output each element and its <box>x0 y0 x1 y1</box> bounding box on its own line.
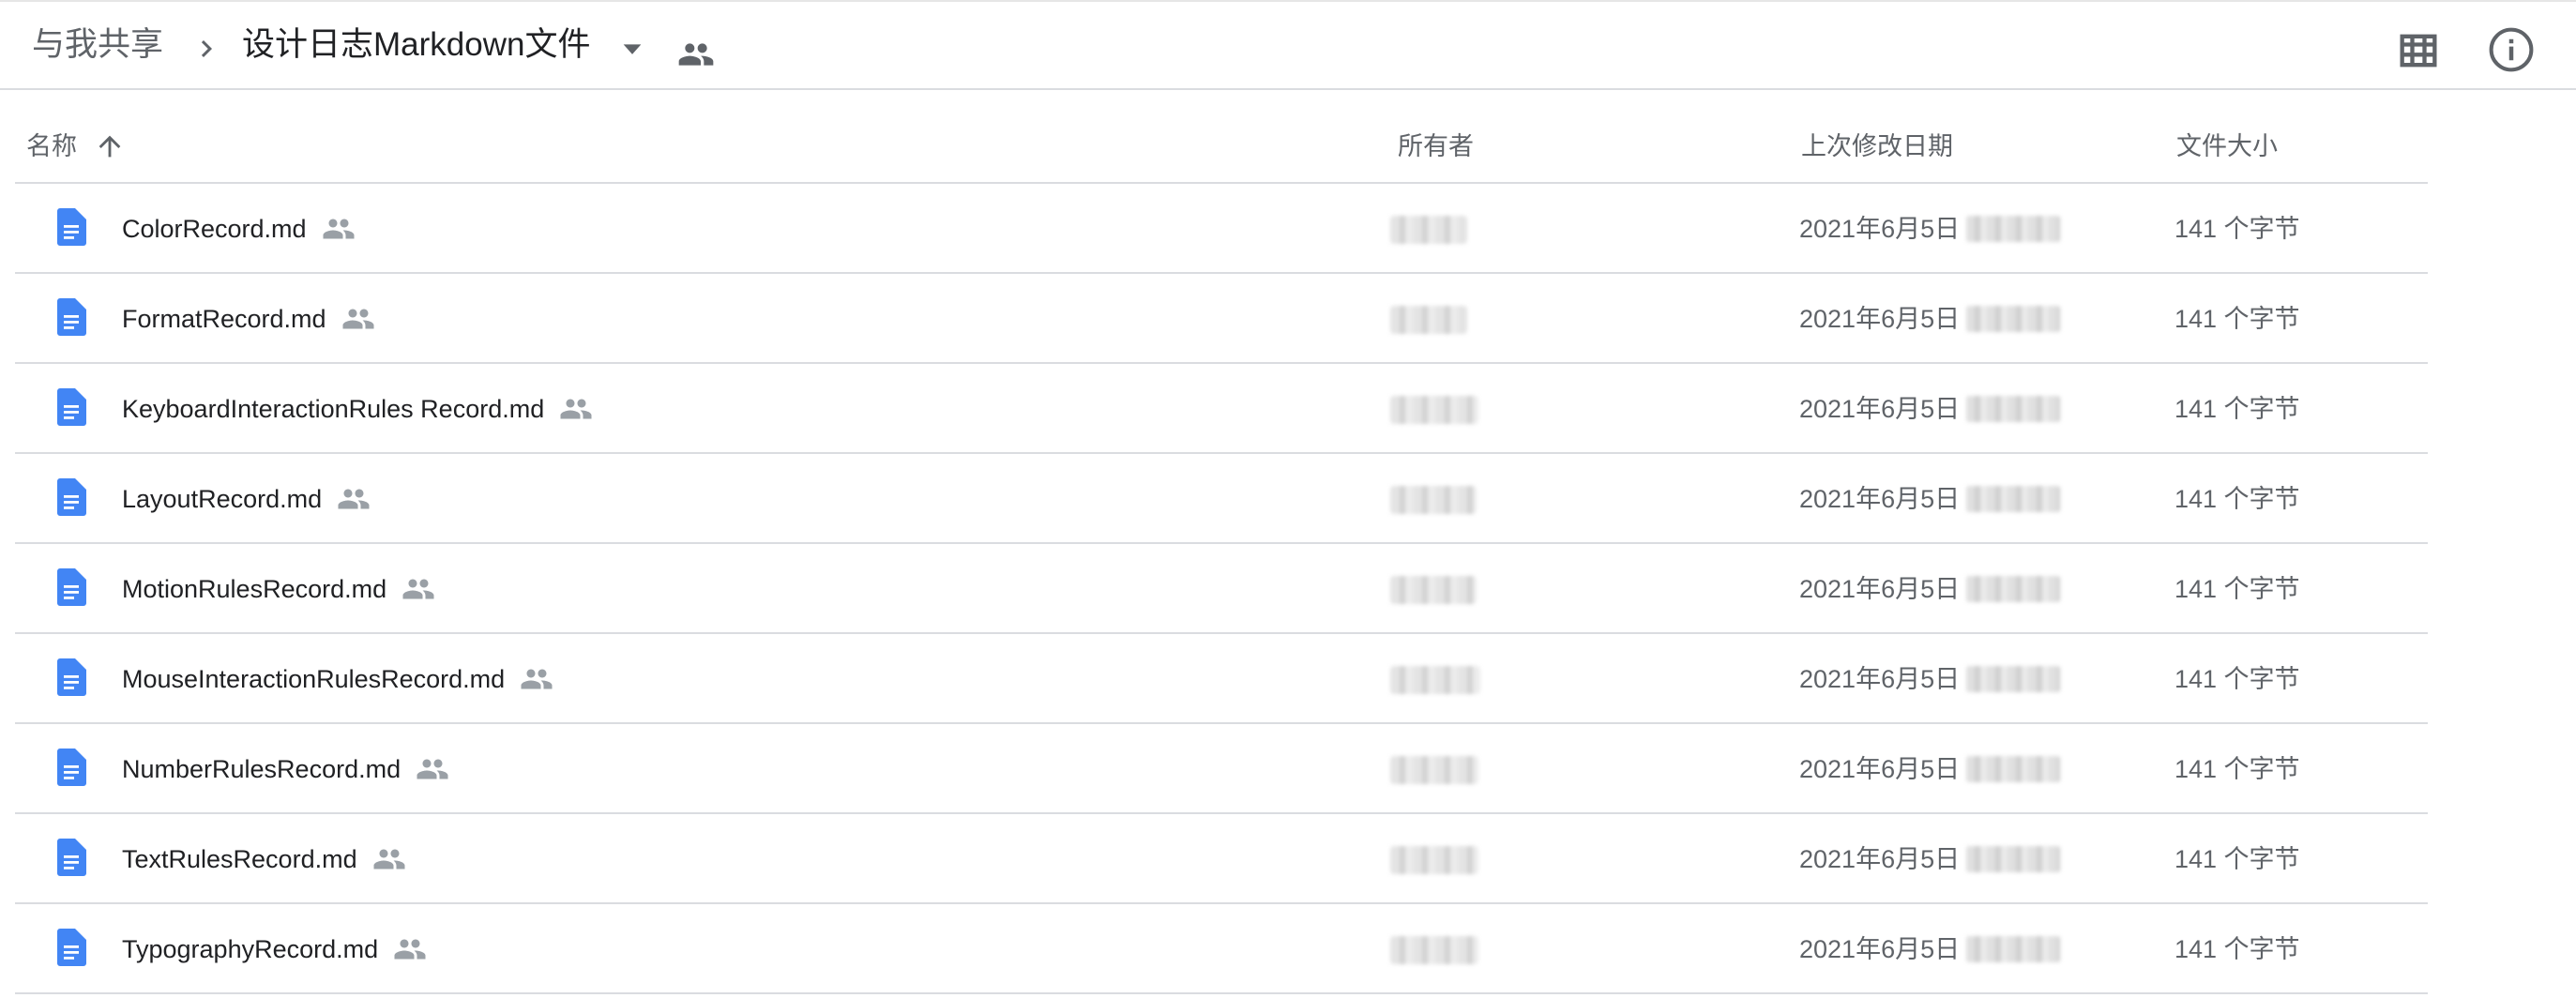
breadcrumb-current-folder[interactable]: 设计日志Markdown文件 <box>242 23 590 68</box>
file-name-cell: NumberRulesRecord.md <box>122 752 449 786</box>
file-size: 141 个字节 <box>2174 575 2300 603</box>
column-header-owner[interactable]: 所有者 <box>1398 129 1474 163</box>
file-size: 141 个字节 <box>2174 935 2300 963</box>
file-list: ColorRecord.md 2021年6月5日 141 个字节 FormatR… <box>15 184 2428 994</box>
google-docs-icon <box>57 478 86 516</box>
header-bar: 与我共享 设计日志Markdown文件 <box>0 2 2576 90</box>
people-icon <box>373 849 405 869</box>
file-row[interactable]: TextRulesRecord.md 2021年6月5日 141 个字节 <box>15 814 2428 904</box>
modifier-redacted <box>1966 576 2060 602</box>
people-icon <box>402 579 434 599</box>
file-row[interactable]: LayoutRecord.md 2021年6月5日 141 个字节 <box>15 454 2428 544</box>
modifier-redacted <box>1966 306 2060 332</box>
file-name[interactable]: MotionRulesRecord.md <box>122 572 386 606</box>
modifier-redacted <box>1966 396 2060 422</box>
column-header-size[interactable]: 文件大小 <box>2176 129 2278 163</box>
modified-date: 2021年6月5日 <box>1799 665 1961 693</box>
file-name-cell: ColorRecord.md <box>122 212 356 246</box>
file-row[interactable]: KeyboardInteractionRules Record.md 2021年… <box>15 364 2428 454</box>
arrow-drop-down-icon[interactable] <box>619 38 645 60</box>
file-name[interactable]: MouseInteractionRulesRecord.md <box>122 662 505 696</box>
people-icon <box>338 489 370 509</box>
file-size: 141 个字节 <box>2174 395 2300 423</box>
file-name-cell: KeyboardInteractionRules Record.md <box>122 392 593 426</box>
google-docs-icon <box>57 298 86 336</box>
file-name-cell: MotionRulesRecord.md <box>122 572 435 606</box>
file-row[interactable]: MotionRulesRecord.md 2021年6月5日 141 个字节 <box>15 544 2428 634</box>
people-icon <box>342 309 374 329</box>
file-name[interactable]: KeyboardInteractionRules Record.md <box>122 392 544 426</box>
modified-date: 2021年6月5日 <box>1799 215 1961 243</box>
people-icon <box>560 399 592 419</box>
people-icon <box>521 669 553 689</box>
owner-redacted <box>1390 306 1467 334</box>
modifier-redacted <box>1966 846 2060 872</box>
file-row[interactable]: TypographyRecord.md 2021年6月5日 141 个字节 <box>15 904 2428 994</box>
modifier-redacted <box>1966 756 2060 782</box>
file-name-cell: FormatRecord.md <box>122 302 375 336</box>
file-row[interactable]: NumberRulesRecord.md 2021年6月5日 141 个字节 <box>15 724 2428 814</box>
owner-redacted <box>1390 846 1478 874</box>
modified-date: 2021年6月5日 <box>1799 305 1961 333</box>
owner-redacted <box>1390 216 1467 244</box>
arrow-upward-icon[interactable] <box>94 129 126 163</box>
google-docs-icon <box>57 208 86 246</box>
people-icon <box>417 759 448 779</box>
file-name[interactable]: LayoutRecord.md <box>122 482 322 516</box>
google-docs-icon <box>57 388 86 426</box>
owner-redacted <box>1390 576 1477 604</box>
info-icon[interactable] <box>2486 24 2537 75</box>
google-docs-icon <box>57 748 86 786</box>
owner-redacted <box>1390 936 1478 964</box>
google-docs-icon <box>57 568 86 606</box>
file-row[interactable]: ColorRecord.md 2021年6月5日 141 个字节 <box>15 184 2428 274</box>
modified-date: 2021年6月5日 <box>1799 845 1961 873</box>
file-name-cell: MouseInteractionRulesRecord.md <box>122 662 553 696</box>
column-header-row: 名称 所有者 上次修改日期 文件大小 <box>15 109 2428 184</box>
file-size: 141 个字节 <box>2174 665 2300 693</box>
people-icon <box>394 939 426 960</box>
file-name[interactable]: ColorRecord.md <box>122 212 307 246</box>
modified-date: 2021年6月5日 <box>1799 755 1961 783</box>
file-size: 141 个字节 <box>2174 755 2300 783</box>
file-size: 141 个字节 <box>2174 305 2300 333</box>
file-name[interactable]: NumberRulesRecord.md <box>122 752 401 786</box>
file-size: 141 个字节 <box>2174 215 2300 243</box>
file-name[interactable]: FormatRecord.md <box>122 302 326 336</box>
column-header-name[interactable]: 名称 <box>26 129 77 163</box>
column-header-modified[interactable]: 上次修改日期 <box>1801 129 1953 163</box>
owner-redacted <box>1390 486 1477 514</box>
google-docs-icon <box>57 929 86 966</box>
modified-date: 2021年6月5日 <box>1799 935 1961 963</box>
owner-redacted <box>1390 396 1478 424</box>
owner-redacted <box>1390 756 1478 784</box>
people-icon <box>678 43 714 66</box>
owner-redacted <box>1390 666 1480 694</box>
file-name[interactable]: TextRulesRecord.md <box>122 842 357 876</box>
google-docs-icon <box>57 839 86 876</box>
file-name[interactable]: TypographyRecord.md <box>122 932 378 966</box>
file-size: 141 个字节 <box>2174 485 2300 513</box>
people-icon <box>323 219 355 239</box>
file-size: 141 个字节 <box>2174 845 2300 873</box>
breadcrumb-shared-with-me[interactable]: 与我共享 <box>32 23 163 68</box>
file-name-cell: TypographyRecord.md <box>122 932 427 966</box>
modified-date: 2021年6月5日 <box>1799 575 1961 603</box>
file-name-cell: LayoutRecord.md <box>122 482 371 516</box>
modifier-redacted <box>1966 936 2060 962</box>
google-docs-icon <box>57 658 86 696</box>
file-row[interactable]: MouseInteractionRulesRecord.md 2021年6月5日… <box>15 634 2428 724</box>
chevron-right-icon <box>201 40 212 57</box>
grid-view-icon[interactable] <box>2394 26 2443 75</box>
modifier-redacted <box>1966 486 2060 512</box>
file-name-cell: TextRulesRecord.md <box>122 842 406 876</box>
modified-date: 2021年6月5日 <box>1799 485 1961 513</box>
file-row[interactable]: FormatRecord.md 2021年6月5日 141 个字节 <box>15 274 2428 364</box>
modified-date: 2021年6月5日 <box>1799 395 1961 423</box>
modifier-redacted <box>1966 216 2060 242</box>
modifier-redacted <box>1966 666 2060 692</box>
